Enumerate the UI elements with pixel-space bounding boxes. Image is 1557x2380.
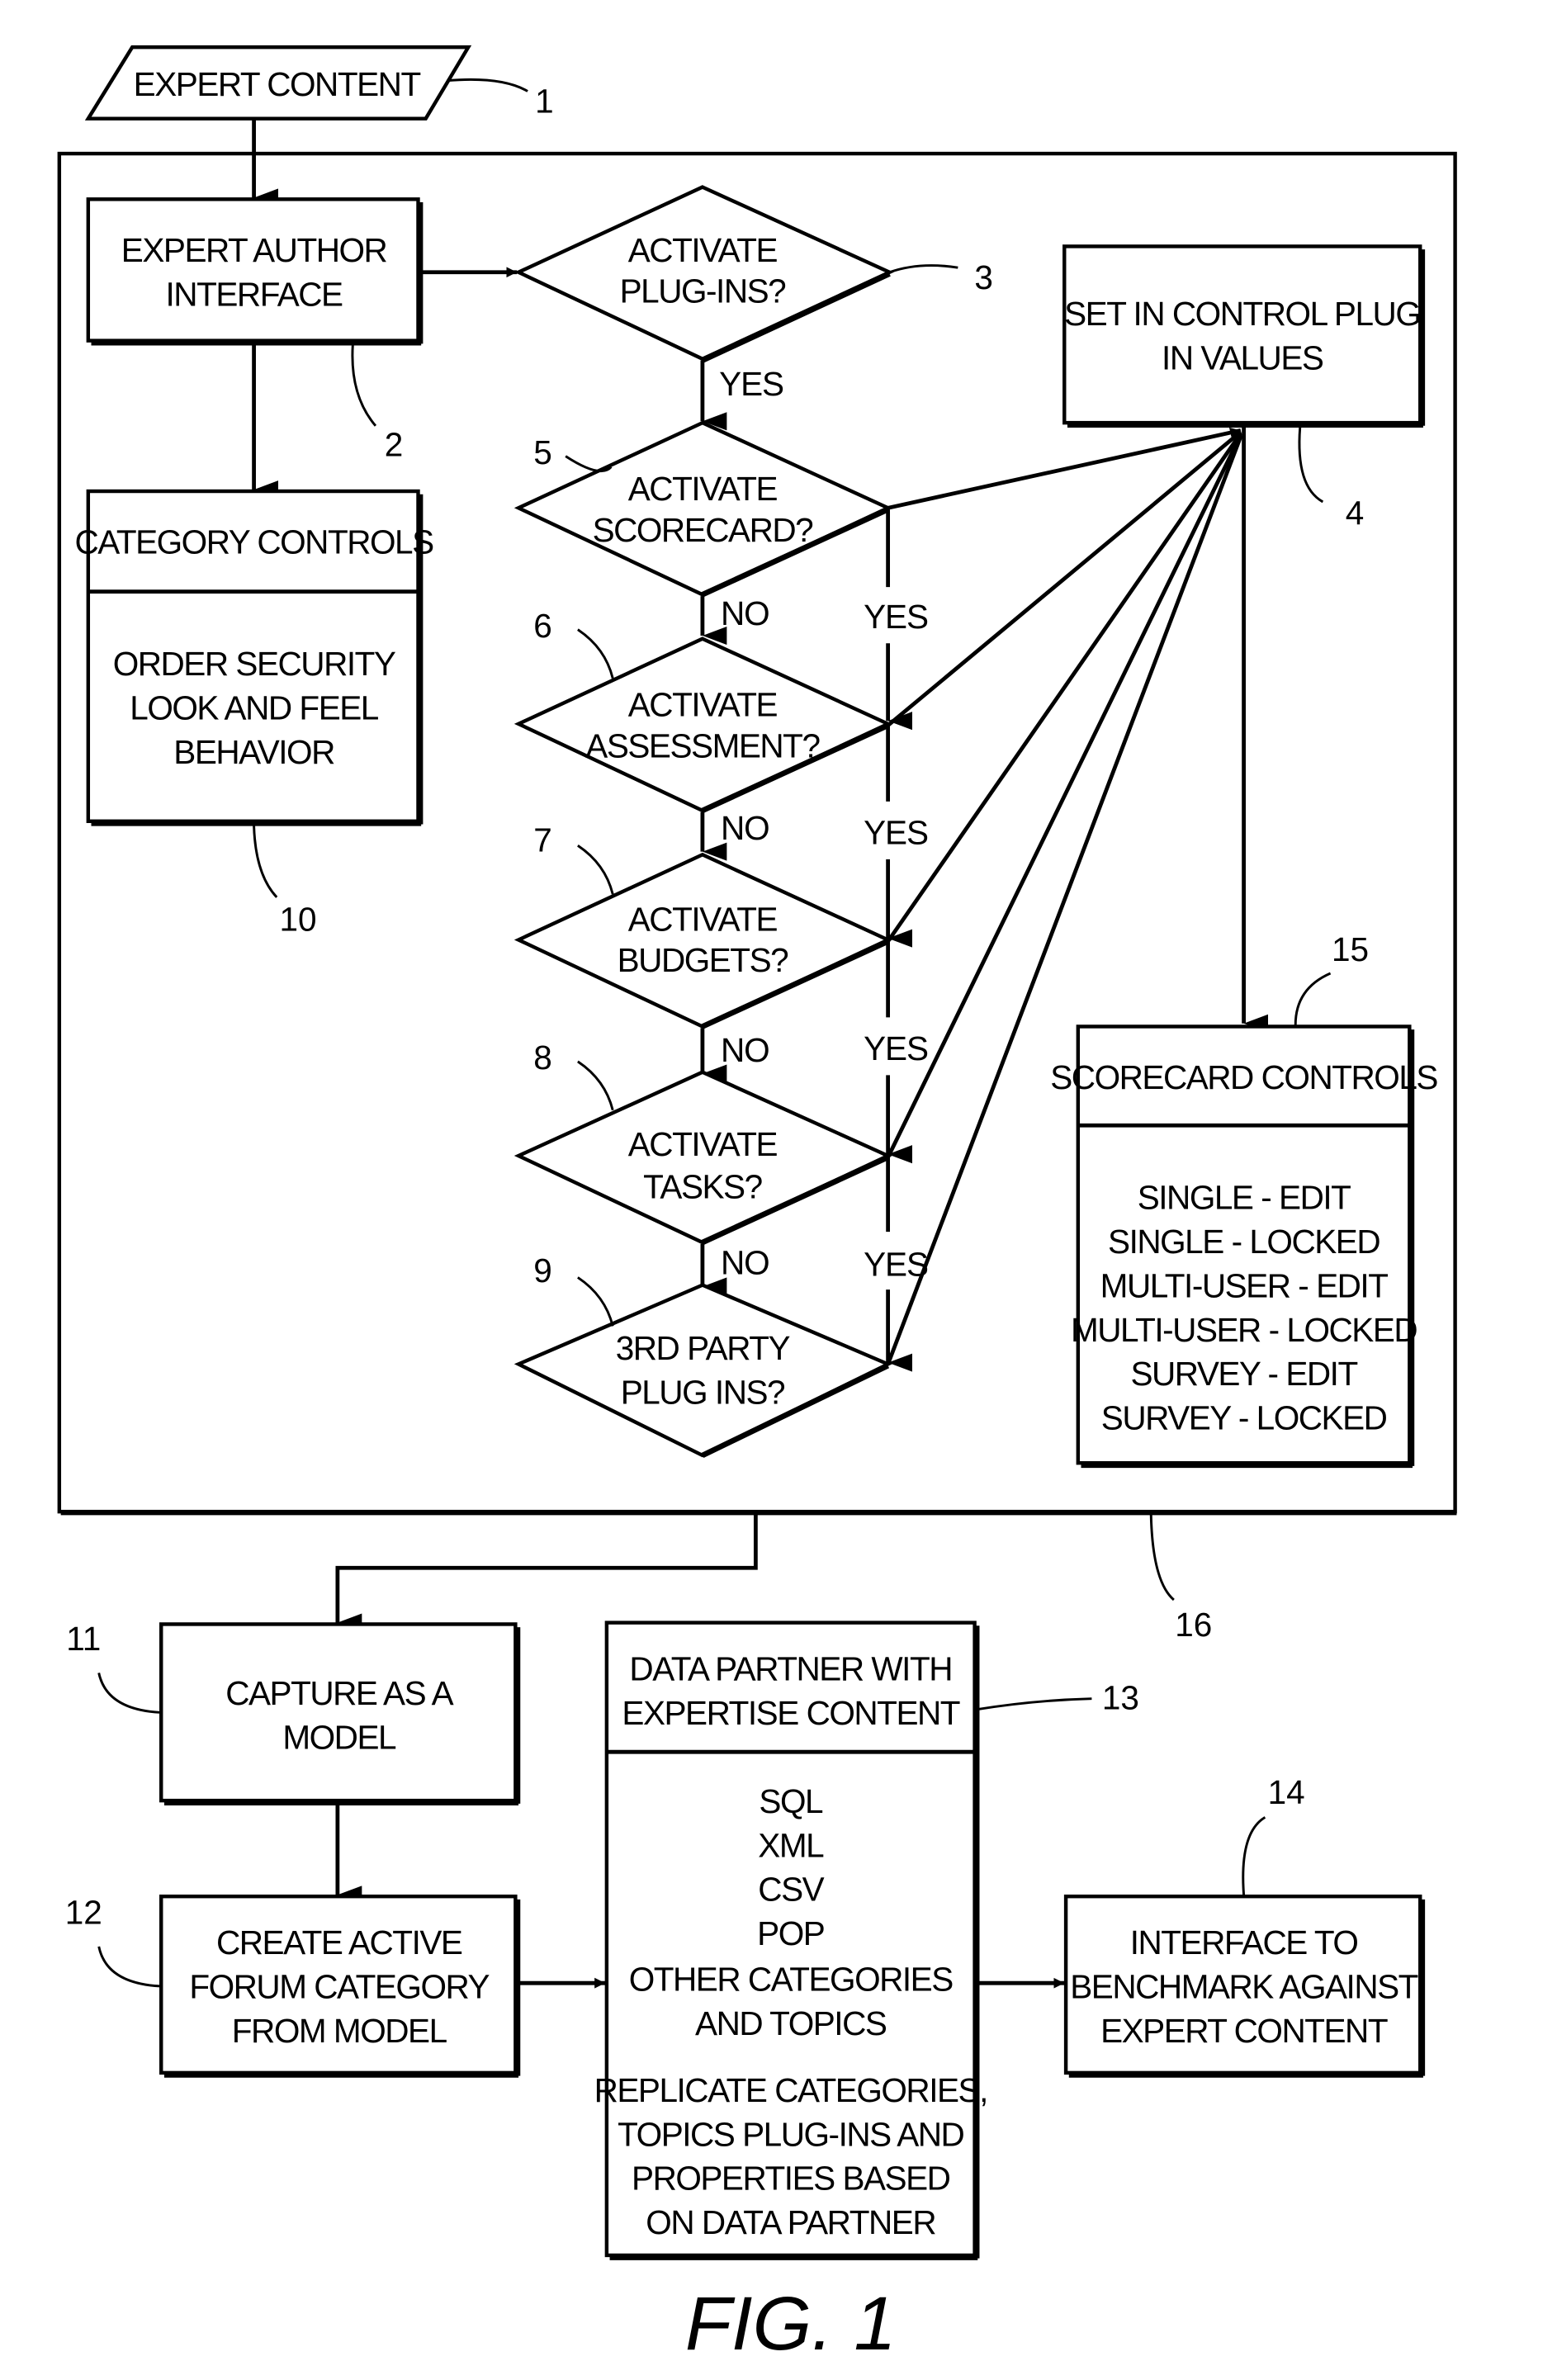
ref-5: 5 xyxy=(533,433,552,471)
decision-activate-assessment[interactable]: ACTIVATE ASSESSMENT? xyxy=(513,636,892,813)
decision-third-party-plugins[interactable]: 3RD PARTY PLUG INS? xyxy=(513,1283,892,1458)
arrow-container-to-capture xyxy=(335,1514,758,1632)
decision-activate-scorecard[interactable]: ACTIVATE SCORECARD? xyxy=(513,420,892,598)
data-format-pop: POP xyxy=(757,1914,824,1952)
ref-3: 3 xyxy=(974,258,993,296)
category-controls-line-2: LOOK AND FEEL xyxy=(130,688,378,726)
scorecard-option-5: SURVEY - EDIT xyxy=(1130,1355,1357,1393)
scorecard-option-2: SINGLE - LOCKED xyxy=(1108,1223,1380,1261)
category-controls-line-3: BEHAVIOR xyxy=(173,733,334,771)
expert-content-label: EXPERT CONTENT xyxy=(134,65,421,103)
assessment-line-2: ASSESSMENT? xyxy=(585,726,820,764)
yes-label-plugins: YES xyxy=(719,365,783,403)
data-format-sql: SQL xyxy=(759,1782,823,1820)
ref-4: 4 xyxy=(1346,494,1365,532)
ref-11: 11 xyxy=(66,1620,101,1658)
no-label-scorecard: NO xyxy=(721,594,769,632)
node-capture-as-model[interactable]: CAPTURE AS A MODEL xyxy=(159,1622,521,1806)
data-format-csv: CSV xyxy=(758,1871,824,1909)
scorecard-line-2: SCORECARD? xyxy=(593,511,814,549)
ref-9: 9 xyxy=(533,1252,552,1289)
yes-label-assessment: YES xyxy=(864,813,928,851)
node-scorecard-controls[interactable]: SCORECARD CONTROLS SINGLE - EDIT SINGLE … xyxy=(1050,1024,1439,1469)
node-create-forum-category[interactable]: CREATE ACTIVE FORUM CATEGORY FROM MODEL xyxy=(159,1894,521,2078)
set-control-line-1: SET IN CONTROL PLUG xyxy=(1064,295,1420,333)
ref-6: 6 xyxy=(533,607,552,645)
replicate-line-2: TOPICS PLUG-INS AND xyxy=(618,2115,963,2153)
activate-plugins-line-2: PLUG-INS? xyxy=(620,272,787,310)
yes-label-tasks: YES xyxy=(864,1246,928,1284)
activate-plugins-line-1: ACTIVATE xyxy=(628,231,778,269)
figure-caption: FIG. 1 xyxy=(685,2281,897,2366)
no-label-assessment: NO xyxy=(721,809,769,847)
budgets-line-1: ACTIVATE xyxy=(628,900,778,938)
flowchart-figure: EXPERT CONTENT 1 EXPERT AUTHOR INTERFACE… xyxy=(57,45,1457,2366)
yes-label-budgets: YES xyxy=(864,1029,928,1067)
node-expert-author-interface[interactable]: EXPERT AUTHOR INTERFACE xyxy=(86,197,424,346)
ref-7: 7 xyxy=(533,821,552,859)
replicate-line-3: PROPERTIES BASED xyxy=(632,2160,950,2198)
benchmark-line-3: EXPERT CONTENT xyxy=(1100,2012,1388,2050)
no-label-tasks: NO xyxy=(721,1244,769,1282)
expert-author-line-2: INTERFACE xyxy=(166,275,343,313)
budgets-line-2: BUDGETS? xyxy=(618,941,789,979)
tasks-line-2: TASKS? xyxy=(643,1168,762,1206)
third-party-line-2: PLUG INS? xyxy=(621,1373,785,1411)
ref-10: 10 xyxy=(279,900,316,938)
node-data-partner[interactable]: DATA PARTNER WITH EXPERTISE CONTENT SQL … xyxy=(594,1621,988,2260)
decision-activate-tasks[interactable]: ACTIVATE TASKS? xyxy=(513,1070,892,1246)
data-partner-header-1: DATA PARTNER WITH xyxy=(629,1650,952,1688)
capture-line-1: CAPTURE AS A xyxy=(225,1674,453,1712)
decision-activate-plugins[interactable]: ACTIVATE PLUG-INS? xyxy=(513,185,894,363)
create-forum-line-3: FROM MODEL xyxy=(232,2012,447,2050)
ref-12: 12 xyxy=(65,1893,102,1931)
create-forum-line-2: FORUM CATEGORY xyxy=(189,1968,490,2006)
data-format-other-1: OTHER CATEGORIES xyxy=(629,1960,954,1998)
capture-line-2: MODEL xyxy=(282,1718,396,1756)
assessment-line-1: ACTIVATE xyxy=(628,686,778,724)
decision-activate-budgets[interactable]: ACTIVATE BUDGETS? xyxy=(513,852,892,1029)
ref-14: 14 xyxy=(1268,1773,1305,1811)
ref-2: 2 xyxy=(385,426,404,464)
yes-label-scorecard: YES xyxy=(864,598,928,636)
replicate-line-4: ON DATA PARTNER xyxy=(646,2203,935,2241)
scorecard-line-1: ACTIVATE xyxy=(628,470,778,508)
node-expert-content[interactable]: EXPERT CONTENT xyxy=(84,45,472,121)
scorecard-controls-header: SCORECARD CONTROLS xyxy=(1050,1058,1437,1096)
ref-15: 15 xyxy=(1332,930,1369,968)
data-format-xml: XML xyxy=(758,1826,824,1864)
scorecard-option-3: MULTI-USER - EDIT xyxy=(1100,1266,1389,1304)
connector-budgets-to-values xyxy=(886,432,1242,943)
scorecard-option-1: SINGLE - EDIT xyxy=(1138,1179,1351,1217)
replicate-line-1: REPLICATE CATEGORIES, xyxy=(594,2071,987,2109)
expert-author-line-1: EXPERT AUTHOR xyxy=(121,231,387,269)
benchmark-line-2: BENCHMARK AGAINST xyxy=(1070,1968,1417,2006)
node-set-control-plugin-values[interactable]: SET IN CONTROL PLUG IN VALUES xyxy=(1062,244,1426,428)
set-control-line-2: IN VALUES xyxy=(1162,339,1323,377)
third-party-line-1: 3RD PARTY xyxy=(616,1329,791,1367)
category-controls-line-1: ORDER SECURITY xyxy=(113,645,396,683)
benchmark-line-1: INTERFACE TO xyxy=(1130,1923,1358,1961)
data-format-other-2: AND TOPICS xyxy=(695,2004,887,2042)
node-benchmark-interface[interactable]: INTERFACE TO BENCHMARK AGAINST EXPERT CO… xyxy=(1063,1894,1426,2078)
connector-scorecard-to-values xyxy=(887,427,1242,510)
no-label-budgets: NO xyxy=(721,1031,769,1069)
node-category-controls[interactable]: CATEGORY CONTROLS ORDER SECURITY LOOK AN… xyxy=(74,489,435,826)
ref-13: 13 xyxy=(1102,1679,1139,1717)
ref-8: 8 xyxy=(533,1039,552,1076)
ref-1: 1 xyxy=(535,82,554,120)
data-partner-header-2: EXPERTISE CONTENT xyxy=(622,1694,959,1732)
scorecard-option-4: MULTI-USER - LOCKED xyxy=(1071,1311,1417,1349)
create-forum-line-1: CREATE ACTIVE xyxy=(216,1923,462,1961)
tasks-line-1: ACTIVATE xyxy=(628,1125,778,1163)
scorecard-option-6: SURVEY - LOCKED xyxy=(1101,1399,1387,1437)
category-controls-header: CATEGORY CONTROLS xyxy=(74,523,433,561)
ref-16: 16 xyxy=(1175,1606,1212,1644)
